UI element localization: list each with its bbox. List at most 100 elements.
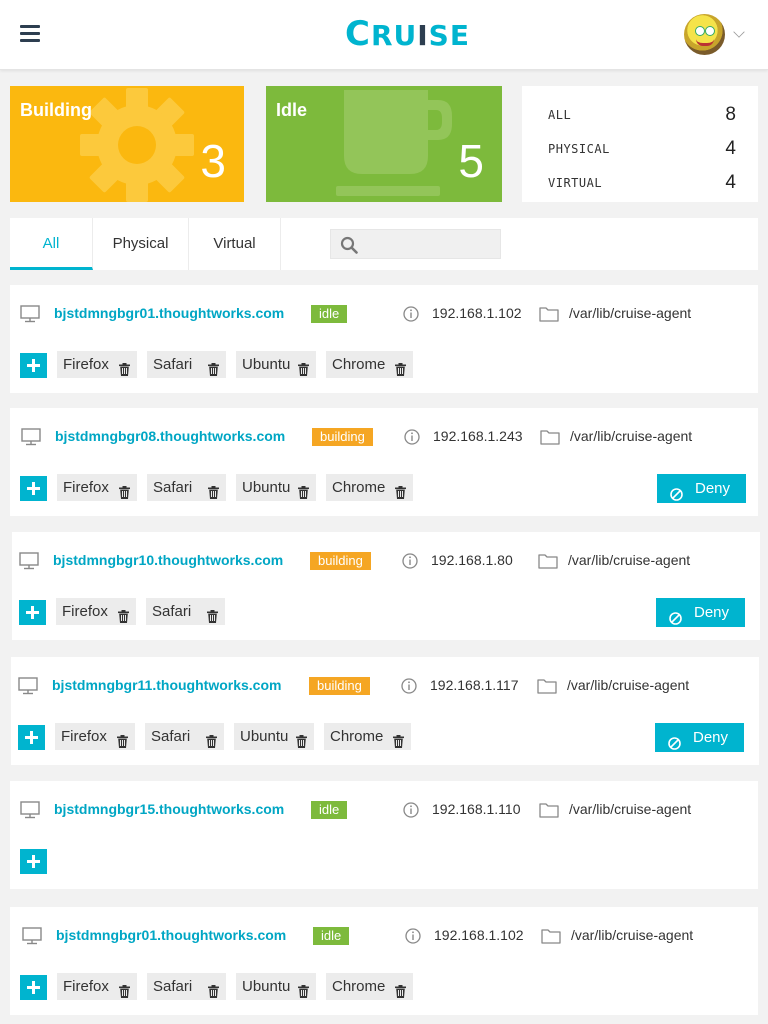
trash-icon[interactable] bbox=[118, 605, 129, 623]
resource-tag: Safari bbox=[147, 351, 226, 378]
tab-physical[interactable]: Physical bbox=[93, 218, 189, 270]
chevron-down-icon[interactable] bbox=[733, 26, 745, 38]
resource-label: Firefox bbox=[63, 479, 109, 496]
total-physical-label: PHYSICAL bbox=[548, 142, 610, 156]
menu-icon[interactable] bbox=[20, 25, 40, 43]
building-count: 3 bbox=[200, 135, 226, 187]
total-all-label: ALL bbox=[548, 108, 572, 122]
gear-icon bbox=[80, 88, 194, 202]
trash-icon[interactable] bbox=[395, 980, 406, 998]
trash-icon[interactable] bbox=[119, 481, 130, 499]
trash-icon[interactable] bbox=[298, 980, 309, 998]
info-icon[interactable] bbox=[402, 553, 418, 569]
resource-label: Firefox bbox=[63, 356, 109, 373]
search-box bbox=[330, 229, 501, 259]
resource-tag: Firefox bbox=[57, 973, 137, 1000]
status-badge: idle bbox=[313, 927, 350, 945]
trash-icon[interactable] bbox=[393, 730, 404, 748]
tab-all[interactable]: All bbox=[10, 218, 93, 270]
total-virtual-row: VIRTUAL 4 bbox=[548, 172, 736, 196]
trash-icon[interactable] bbox=[298, 358, 309, 376]
ban-icon bbox=[669, 606, 682, 625]
agent-hostname[interactable]: bjstdmngbgr01.thoughtworks.com bbox=[56, 927, 286, 943]
computer-icon bbox=[18, 677, 38, 695]
trash-icon[interactable] bbox=[208, 980, 219, 998]
computer-icon bbox=[22, 927, 42, 945]
resource-label: Safari bbox=[153, 479, 193, 496]
resource-tag: Ubuntu bbox=[234, 723, 314, 750]
resource-label: Firefox bbox=[61, 728, 107, 745]
trash-icon[interactable] bbox=[296, 730, 307, 748]
agent-hostname[interactable]: bjstdmngbgr01.thoughtworks.com bbox=[54, 305, 284, 321]
add-resource-button[interactable] bbox=[20, 849, 47, 874]
add-resource-button[interactable] bbox=[20, 353, 47, 378]
trash-icon[interactable] bbox=[395, 358, 406, 376]
resource-label: Safari bbox=[153, 978, 193, 995]
resource-tag: Chrome bbox=[326, 474, 413, 501]
agent-hostname[interactable]: bjstdmngbgr10.thoughtworks.com bbox=[53, 552, 283, 568]
resource-label: Safari bbox=[151, 728, 191, 745]
resource-tag: Chrome bbox=[326, 973, 413, 1000]
cruise-logo: CRUISE bbox=[345, 14, 470, 54]
info-icon[interactable] bbox=[404, 429, 420, 445]
agent-card: bjstdmngbgr15.thoughtworks.com idle 192.16… bbox=[10, 781, 758, 889]
status-badge: building bbox=[312, 428, 373, 446]
resource-label: Ubuntu bbox=[242, 479, 291, 496]
resource-label: Safari bbox=[153, 356, 193, 373]
agent-hostname[interactable]: bjstdmngbgr08.thoughtworks.com bbox=[55, 428, 285, 444]
trash-icon[interactable] bbox=[119, 358, 130, 376]
trash-icon[interactable] bbox=[208, 358, 219, 376]
trash-icon[interactable] bbox=[119, 980, 130, 998]
search-input[interactable] bbox=[363, 230, 499, 258]
trash-icon[interactable] bbox=[207, 605, 218, 623]
tab-virtual[interactable]: Virtual bbox=[189, 218, 281, 270]
trash-icon[interactable] bbox=[206, 730, 217, 748]
agent-ip: 192.168.1.243 bbox=[433, 428, 523, 444]
info-icon[interactable] bbox=[403, 306, 419, 322]
folder-icon bbox=[540, 429, 560, 445]
resource-tag: Chrome bbox=[324, 723, 411, 750]
add-resource-button[interactable] bbox=[19, 600, 46, 625]
agent-card: bjstdmngbgr01.thoughtworks.com idle 192.16… bbox=[10, 285, 758, 393]
info-icon[interactable] bbox=[405, 928, 421, 944]
agent-path: /var/lib/cruise-agent bbox=[567, 677, 690, 693]
add-resource-button[interactable] bbox=[18, 725, 45, 750]
folder-icon bbox=[539, 306, 559, 322]
agent-ip: 192.168.1.102 bbox=[432, 305, 522, 321]
total-virtual-value: 4 bbox=[725, 172, 736, 193]
resource-label: Ubuntu bbox=[242, 978, 291, 995]
resource-label: Chrome bbox=[330, 728, 384, 745]
deny-button[interactable]: Deny bbox=[657, 474, 746, 503]
folder-icon bbox=[538, 553, 558, 569]
total-physical-row: PHYSICAL 4 bbox=[548, 138, 736, 162]
filter-tab-bar: All Physical Virtual bbox=[10, 218, 758, 270]
idle-summary-card[interactable]: Idle 5 bbox=[266, 86, 502, 202]
trash-icon[interactable] bbox=[117, 730, 128, 748]
info-icon[interactable] bbox=[403, 802, 419, 818]
search-icon bbox=[340, 236, 358, 254]
add-resource-button[interactable] bbox=[20, 975, 47, 1000]
agent-hostname[interactable]: bjstdmngbgr11.thoughtworks.com bbox=[52, 677, 281, 693]
deny-button[interactable]: Deny bbox=[656, 598, 745, 627]
trash-icon[interactable] bbox=[208, 481, 219, 499]
resource-tag: Ubuntu bbox=[236, 474, 316, 501]
agent-ip: 192.168.1.110 bbox=[432, 801, 521, 817]
idle-count: 5 bbox=[458, 135, 484, 187]
deny-button[interactable]: Deny bbox=[655, 723, 744, 752]
idle-label: Idle bbox=[276, 100, 308, 120]
resource-tag: Firefox bbox=[56, 598, 136, 625]
avatar[interactable] bbox=[684, 14, 725, 55]
trash-icon[interactable] bbox=[395, 481, 406, 499]
deny-label: Deny bbox=[694, 604, 730, 621]
resource-tag: Safari bbox=[147, 973, 226, 1000]
trash-icon[interactable] bbox=[298, 481, 309, 499]
add-resource-button[interactable] bbox=[20, 476, 47, 501]
resource-tag: Safari bbox=[147, 474, 226, 501]
resource-tag: Ubuntu bbox=[236, 351, 316, 378]
agent-card: bjstdmngbgr01.thoughtworks.com idle 192.16… bbox=[10, 907, 758, 1015]
building-summary-card[interactable]: Building 3 bbox=[10, 86, 244, 202]
folder-icon bbox=[541, 928, 561, 944]
info-icon[interactable] bbox=[401, 678, 417, 694]
agent-hostname[interactable]: bjstdmngbgr15.thoughtworks.com bbox=[54, 801, 284, 817]
deny-label: Deny bbox=[695, 480, 731, 497]
